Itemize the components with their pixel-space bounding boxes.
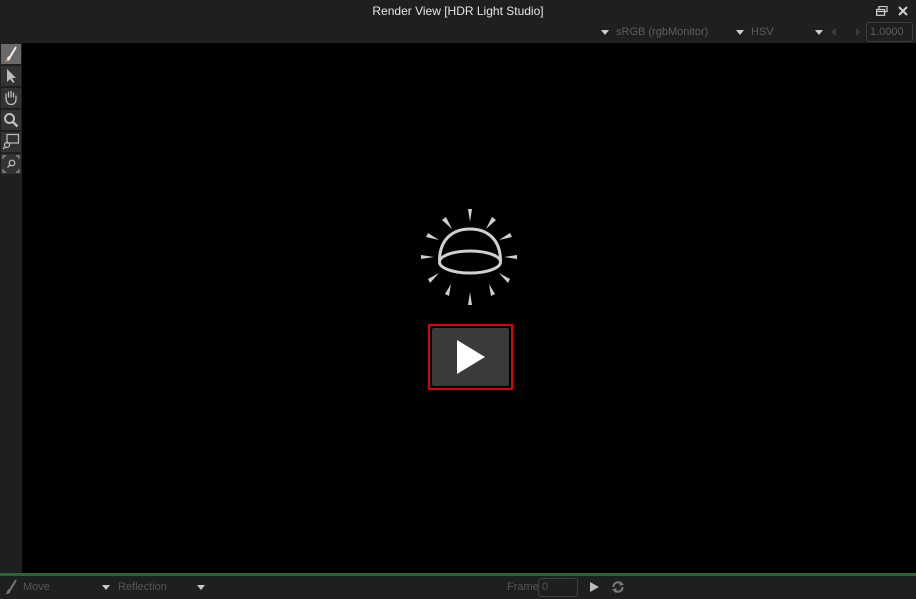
hand-icon — [5, 90, 17, 106]
zoom-rect-icon — [2, 133, 20, 150]
mode-dropdown[interactable]: Move — [23, 581, 50, 593]
color-mode-dropdown[interactable]: HSV — [751, 26, 774, 38]
view-toolbar: sRGB (rgbMonitor) HSV — [0, 22, 916, 43]
play-icon — [456, 340, 485, 374]
frame-label: Frame — [507, 581, 539, 593]
zoom-fit-icon — [2, 155, 20, 173]
color-space-dropdown[interactable]: sRGB (rgbMonitor) — [616, 26, 708, 38]
restore-button[interactable] — [874, 3, 890, 19]
arrow-cursor-icon — [7, 69, 16, 83]
brush-icon — [5, 46, 17, 62]
close-icon — [898, 6, 908, 16]
render-viewport[interactable] — [22, 43, 916, 573]
close-button[interactable] — [895, 3, 911, 19]
color-space-dropdown-arrow[interactable] — [601, 30, 609, 35]
target-dropdown-arrow[interactable] — [197, 585, 205, 590]
zoom-tool[interactable] — [1, 110, 21, 130]
start-render-button[interactable] — [428, 324, 513, 390]
window-title: Render View [HDR Light Studio] — [372, 4, 544, 18]
pan-tool[interactable] — [1, 88, 21, 108]
magnifier-icon — [4, 113, 19, 128]
refresh-icon — [612, 581, 624, 593]
play-frames-button[interactable] — [587, 580, 601, 594]
tool-strip — [0, 43, 22, 573]
increase-exposure-button[interactable] — [856, 28, 861, 36]
restore-window-icon — [876, 6, 888, 16]
mode-dropdown-arrow[interactable] — [102, 585, 110, 590]
hdr-dome-light-icon — [421, 209, 517, 305]
status-bar: Move Reflection Frame 0 — [0, 576, 916, 599]
frame-input[interactable]: 0 — [538, 578, 578, 597]
zoom-region-tool[interactable] — [1, 132, 21, 152]
loop-button[interactable] — [611, 580, 625, 594]
paint-tool[interactable] — [1, 44, 21, 64]
title-bar: Render View [HDR Light Studio] — [0, 0, 916, 22]
play-icon — [589, 582, 599, 592]
exposure-input[interactable]: 1.0000 — [866, 22, 913, 42]
select-tool[interactable] — [1, 66, 21, 86]
brush-icon — [5, 579, 17, 595]
zoom-fit-tool[interactable] — [1, 154, 21, 174]
decrease-exposure-button[interactable] — [831, 28, 836, 36]
color-mode-dropdown-arrow[interactable] — [736, 30, 744, 35]
exposure-dropdown-arrow[interactable] — [815, 30, 823, 35]
target-dropdown[interactable]: Reflection — [118, 581, 167, 593]
